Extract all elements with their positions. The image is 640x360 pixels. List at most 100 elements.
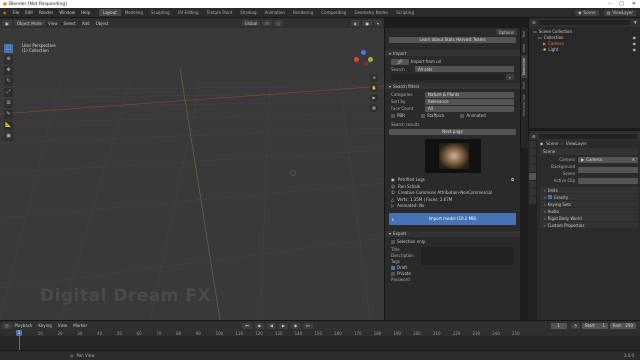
prev-key-icon[interactable]: ◆ bbox=[254, 322, 264, 329]
timeline-menu-view[interactable]: View bbox=[55, 323, 71, 328]
background-scene-field[interactable] bbox=[578, 167, 638, 173]
panel-custom-properties[interactable]: › Custom Properties bbox=[540, 222, 638, 228]
jump-start-icon[interactable]: ⏮ bbox=[242, 322, 252, 329]
workspace-tab-sculpting[interactable]: Sculpting bbox=[147, 9, 174, 16]
import-model-button[interactable]: ⤓ Import model (10.2 MB) bbox=[389, 212, 516, 225]
scene-props-icon[interactable] bbox=[529, 173, 536, 180]
camera-field[interactable]: ▶ Camera ✕ bbox=[578, 156, 638, 163]
workspace-tab-shading[interactable]: Shading bbox=[236, 9, 260, 16]
camera-view-icon[interactable]: ▶ bbox=[370, 94, 378, 102]
viewport-menu-object[interactable]: Object bbox=[93, 21, 112, 26]
transform-orientation[interactable]: Global bbox=[241, 20, 261, 26]
frame-ruler[interactable]: 1102030405060708090100110120130140150160… bbox=[0, 330, 640, 336]
menu-render[interactable]: Render bbox=[36, 10, 56, 15]
overlay-button[interactable]: ◐ bbox=[350, 20, 361, 26]
current-frame-field[interactable]: 1 bbox=[550, 322, 567, 329]
outliner-item-light[interactable]: Light bbox=[548, 47, 558, 53]
timeline-menu-keying[interactable]: Keying bbox=[35, 323, 54, 328]
move-icon[interactable]: ✥ bbox=[4, 66, 13, 75]
gizmo-x-axis[interactable] bbox=[354, 57, 359, 62]
timeline-menu-playback[interactable]: Playback bbox=[12, 323, 36, 328]
properties-search-input[interactable] bbox=[538, 133, 637, 139]
timeline-track[interactable]: 1102030405060708090100110120130140150160… bbox=[0, 330, 640, 350]
close-icon[interactable]: ✕ bbox=[632, 156, 635, 163]
link-icon[interactable]: 🔗 bbox=[391, 58, 409, 65]
search-domain-dropdown[interactable]: All sets bbox=[415, 66, 514, 72]
scene-section-header[interactable]: Scene bbox=[540, 148, 638, 155]
scale-icon[interactable]: ⤢ bbox=[4, 88, 13, 97]
learn-button[interactable]: Learn about Stats Harvest Teams bbox=[389, 37, 516, 43]
output-props-icon[interactable] bbox=[529, 157, 536, 164]
minimize-button[interactable]: – bbox=[609, 1, 612, 7]
workspace-tab-animation[interactable]: Animation bbox=[261, 9, 289, 16]
filter-icon[interactable]: ⧩ bbox=[633, 20, 637, 25]
scene-selector[interactable]: ◆ Scene bbox=[575, 9, 599, 16]
outliner-search-input[interactable] bbox=[538, 20, 631, 25]
stopwatch-icon[interactable]: ◔ bbox=[570, 322, 580, 329]
render-props-icon[interactable] bbox=[529, 149, 536, 156]
pan-hand-icon[interactable]: ✋ bbox=[370, 84, 378, 92]
transform-icon[interactable]: ⊞ bbox=[4, 99, 13, 108]
workspace-tab-rendering[interactable]: Rendering bbox=[289, 9, 317, 16]
panel-rigid-body-world[interactable]: › Rigid Body World bbox=[540, 215, 638, 221]
tags-field[interactable] bbox=[421, 258, 514, 265]
face-count-dropdown[interactable]: All bbox=[425, 105, 514, 112]
tab-sketchfab[interactable]: Sketchfab bbox=[521, 55, 527, 79]
shading-menu[interactable]: ▾ bbox=[373, 20, 382, 26]
external-link-icon[interactable]: ⧉ bbox=[511, 177, 514, 184]
zoom-icon[interactable]: ⊕ bbox=[370, 74, 378, 82]
editor-type-button[interactable]: ▣ bbox=[2, 20, 12, 26]
grid-view-icon[interactable]: ▦ bbox=[370, 104, 378, 112]
properties-editor-icon[interactable]: ⚙ bbox=[532, 134, 536, 139]
workspace-tab-scripting[interactable]: Scripting bbox=[392, 9, 418, 16]
gizmo-y-axis[interactable] bbox=[368, 57, 373, 62]
annotate-icon[interactable]: ✎ bbox=[4, 110, 13, 119]
workspace-tab-compositing[interactable]: Compositing bbox=[317, 9, 350, 16]
search-icon[interactable]: ⌕ bbox=[505, 74, 514, 80]
blender-menu-icon[interactable]: ◉ bbox=[0, 10, 10, 15]
play-reverse-icon[interactable]: ◀ bbox=[266, 322, 276, 329]
texture-props-icon[interactable] bbox=[529, 197, 536, 204]
tab-view[interactable]: View bbox=[521, 41, 527, 55]
panel-gravity[interactable]: › Gravity bbox=[540, 194, 638, 200]
search-input[interactable] bbox=[391, 74, 504, 80]
cursor-icon[interactable]: ⊕ bbox=[4, 55, 13, 64]
collection-props-icon[interactable] bbox=[529, 189, 536, 196]
proportional-edit[interactable]: ○ bbox=[273, 20, 283, 26]
world-props-icon[interactable] bbox=[529, 181, 536, 188]
animated-checkbox[interactable]: Animated bbox=[460, 112, 486, 119]
outliner-editor-icon[interactable]: ☰ bbox=[532, 20, 536, 25]
visibility-eye-icon[interactable]: ◉ bbox=[633, 47, 637, 53]
viewport-menu-view[interactable]: View bbox=[45, 21, 61, 26]
panel-keying-sets[interactable]: › Keying Sets bbox=[540, 201, 638, 207]
active-clip-field[interactable] bbox=[578, 177, 638, 184]
menu-window[interactable]: Window bbox=[56, 10, 78, 15]
close-button[interactable]: ✕ bbox=[632, 1, 636, 7]
timeline-editor-icon[interactable]: ◷ bbox=[2, 322, 12, 329]
jump-end-icon[interactable]: ⏭ bbox=[303, 322, 313, 329]
gizmo-z-axis[interactable] bbox=[361, 50, 366, 55]
add-cube-icon[interactable]: ▣ bbox=[4, 132, 13, 141]
maximize-button[interactable]: □ bbox=[619, 1, 624, 7]
tab-edit[interactable]: Edit bbox=[521, 79, 527, 92]
workspace-tab-layout[interactable]: Layout bbox=[99, 9, 121, 16]
sort-dropdown[interactable]: Relevance bbox=[425, 98, 514, 105]
rotate-icon[interactable]: ↻ bbox=[4, 77, 13, 86]
title-field[interactable] bbox=[421, 246, 514, 253]
next-key-icon[interactable]: ◆ bbox=[290, 322, 301, 329]
categories-dropdown[interactable]: Nature & Plants bbox=[425, 91, 514, 98]
3d-viewport[interactable]: User Perspective (1) Collection Digital … bbox=[0, 28, 384, 320]
menu-help[interactable]: Help bbox=[78, 10, 93, 15]
viewlayer-selector[interactable]: ▤ ViewLayer bbox=[603, 9, 636, 16]
password-field[interactable]: Password bbox=[391, 277, 514, 283]
workspace-tab-modeling[interactable]: Modeling bbox=[121, 9, 147, 16]
timeline-menu-marker[interactable]: Marker bbox=[70, 323, 90, 328]
view-layer-props-icon[interactable] bbox=[529, 165, 536, 172]
viewport-menu-select[interactable]: Select bbox=[60, 21, 78, 26]
gizmo-neg-x-axis[interactable] bbox=[364, 61, 369, 66]
options-dropdown[interactable]: Options bbox=[495, 29, 517, 35]
mode-selector[interactable]: Object Mode bbox=[13, 20, 45, 26]
viewport-menu-add[interactable]: Add bbox=[79, 21, 93, 26]
menu-edit[interactable]: Edit bbox=[22, 10, 36, 15]
panel-audio[interactable]: › Audio bbox=[540, 208, 638, 214]
